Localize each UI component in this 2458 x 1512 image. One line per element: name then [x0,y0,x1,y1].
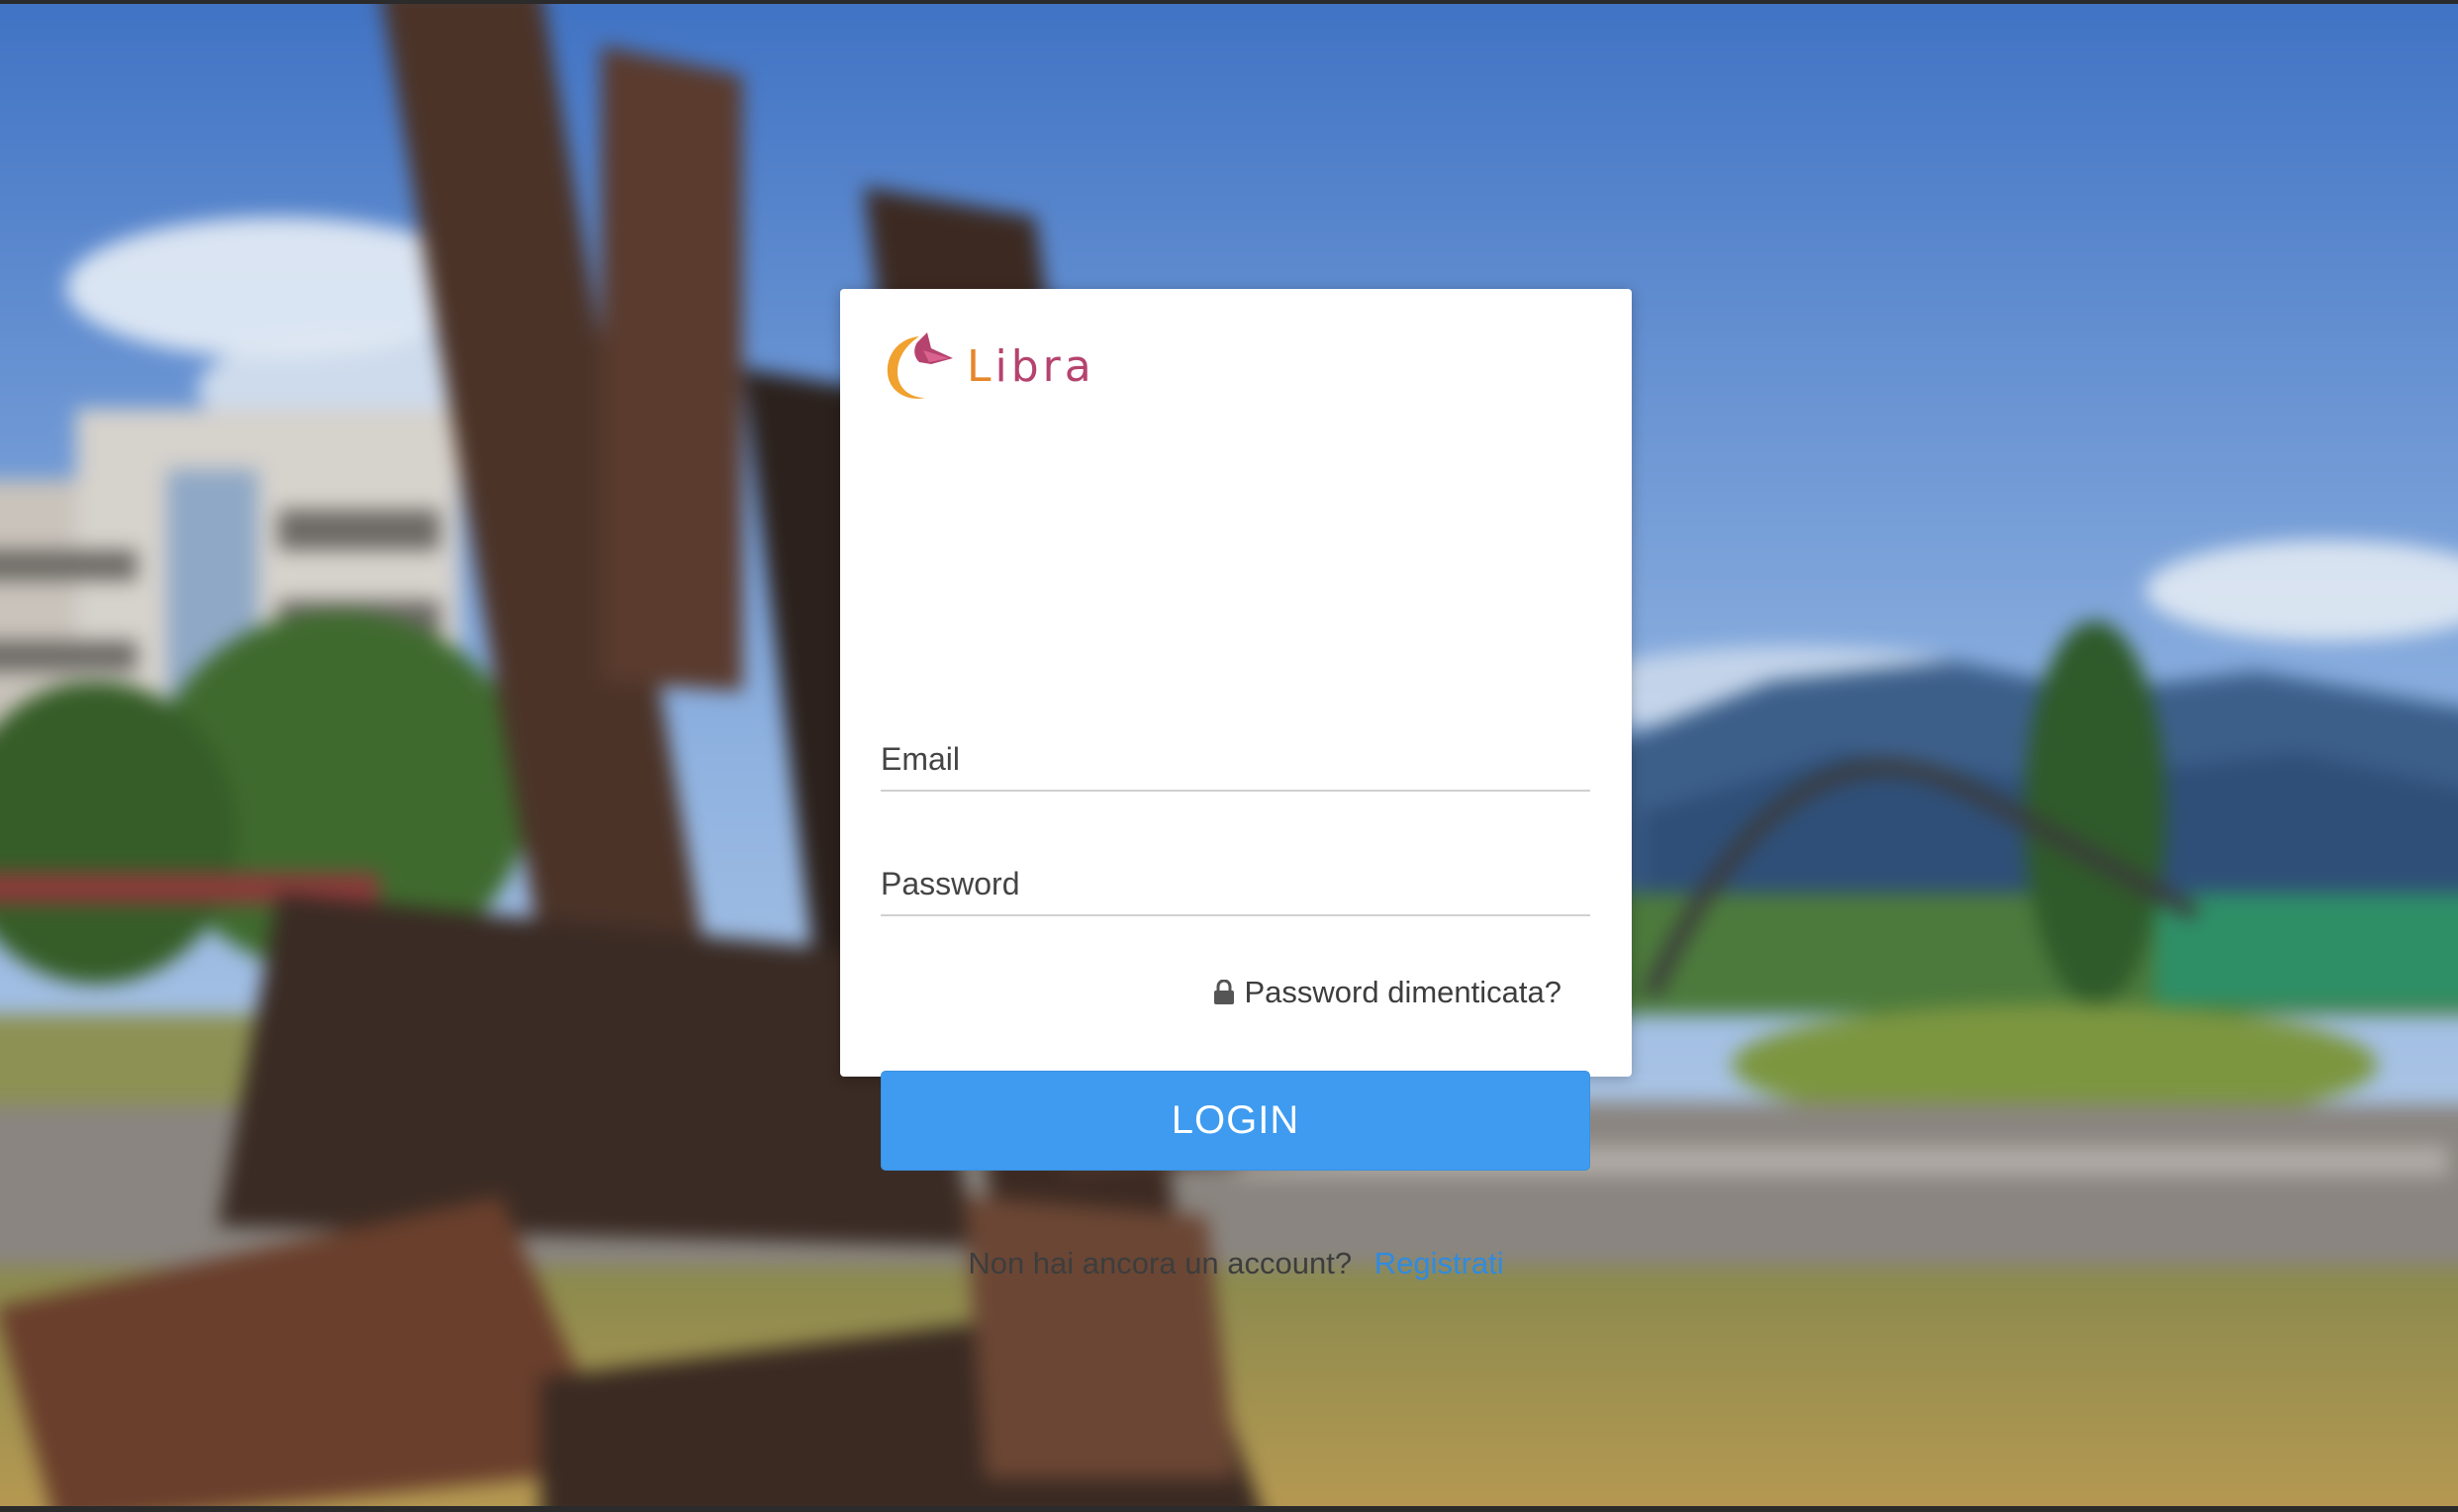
brand-name-initial: L [967,340,995,392]
login-card: Libra Password dimenticata? LOGIN Non ha… [840,289,1632,1280]
login-page: Libra Password dimenticata? LOGIN Non ha… [0,0,2458,1512]
brand-logo: Libra [880,329,1095,404]
brand-name-rest: ibra [994,340,1095,392]
libra-logo-icon [887,332,953,399]
password-field[interactable] [881,853,1590,914]
login-button[interactable]: LOGIN [881,1071,1590,1171]
forgot-password-link[interactable]: Password dimenticata? [1213,975,1562,1010]
forgot-password-label: Password dimenticata? [1244,975,1562,1009]
register-link[interactable]: Registrati [1374,1246,1504,1280]
lock-icon [1213,980,1234,1004]
password-field-container [881,853,1590,916]
brand-name: Libra [967,341,1095,392]
email-field[interactable] [881,728,1590,790]
signup-prompt: Non hai ancora un account? [968,1246,1353,1280]
signup-row: Non hai ancora un account? Registrati [840,1246,1632,1281]
bottom-edge [0,1506,2458,1512]
top-edge [0,0,2458,4]
email-field-container [881,728,1590,792]
